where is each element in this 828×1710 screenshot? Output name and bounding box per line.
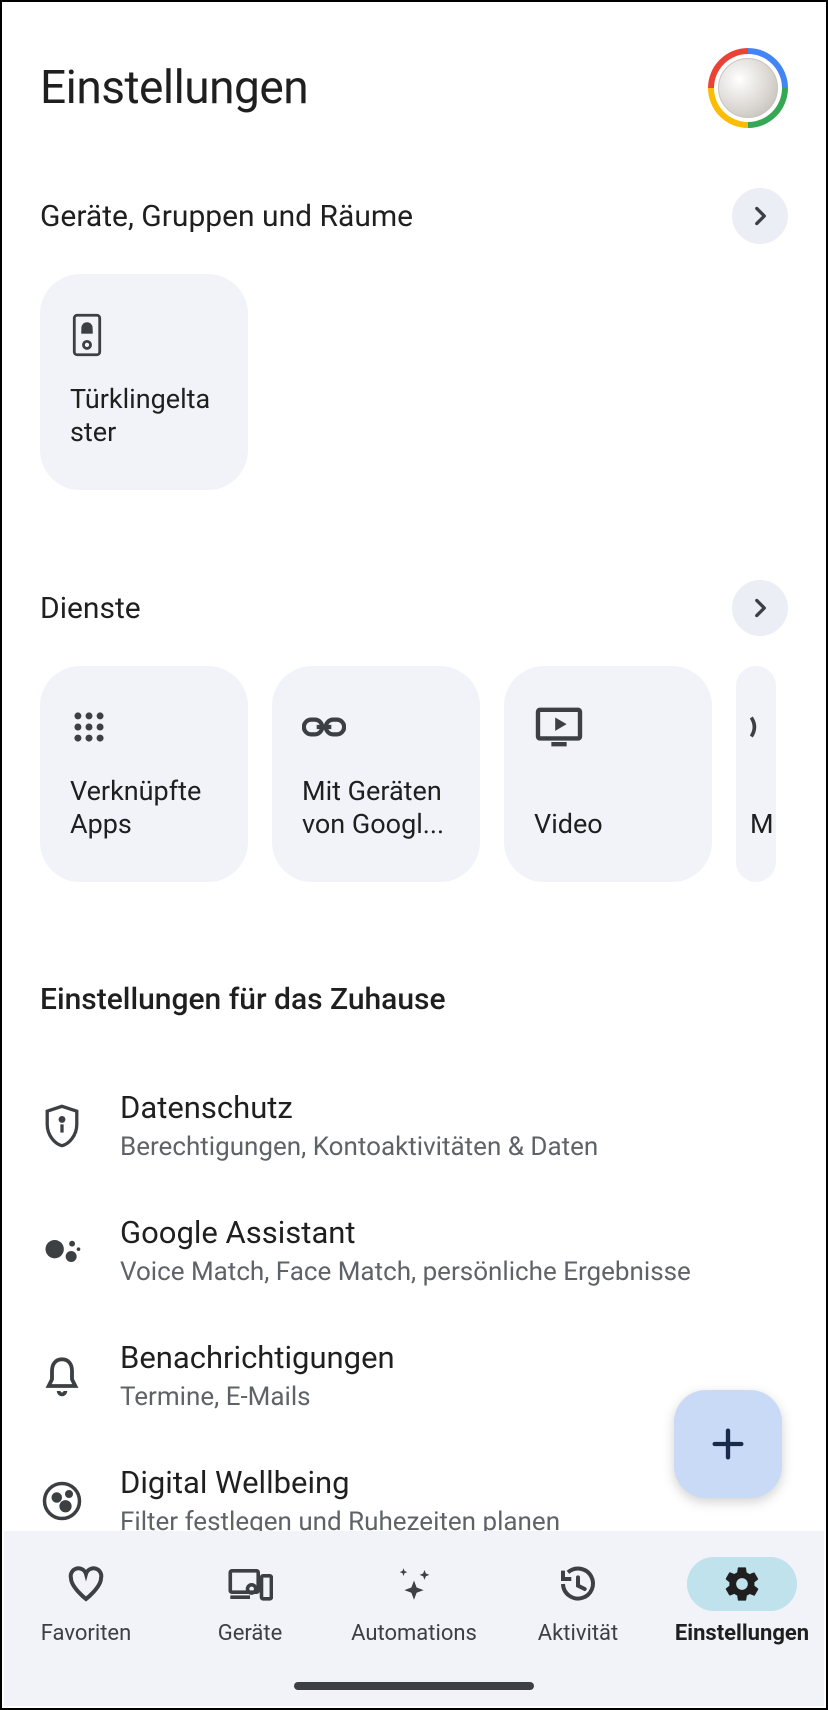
link-icon xyxy=(302,702,450,752)
list-item-title: Benachrichtigungen xyxy=(120,1339,395,1376)
nav-automations[interactable]: Automations xyxy=(334,1557,494,1646)
list-item-subtitle: Berechtigungen, Kontoaktivitäten & Daten xyxy=(120,1132,598,1162)
list-item-title: Google Assistant xyxy=(120,1214,691,1251)
page-title: Einstellungen xyxy=(40,61,308,115)
nav-devices[interactable]: Geräte xyxy=(170,1557,330,1646)
nav-label: Favoriten xyxy=(41,1621,131,1646)
service-card-works-with-google[interactable]: Mit Geräten von Googl... xyxy=(272,666,480,882)
list-item-assistant[interactable]: Google Assistant Voice Match, Face Match… xyxy=(40,1188,788,1313)
service-card-label: Video xyxy=(534,808,682,842)
home-indicator xyxy=(294,1682,534,1690)
service-card-label: Mit Geräten von Googl... xyxy=(302,775,450,843)
bell-icon xyxy=(40,1354,84,1398)
account-avatar[interactable] xyxy=(708,48,788,128)
nav-label: Automations xyxy=(351,1621,477,1646)
nav-settings[interactable]: Einstellungen xyxy=(662,1557,822,1646)
devices-icon xyxy=(227,1564,273,1604)
section-title-devices: Geräte, Gruppen und Räume xyxy=(40,199,413,234)
chevron-right-icon xyxy=(747,595,773,621)
service-card-partial[interactable]: M xyxy=(736,666,776,882)
service-card-label: Verknüpfte Apps xyxy=(70,775,218,843)
nav-activity[interactable]: Aktivität xyxy=(498,1557,658,1646)
service-card-label: M xyxy=(750,808,776,842)
list-item-title: Datenschutz xyxy=(120,1089,598,1126)
section-title-services: Dienste xyxy=(40,591,141,626)
section-title-home-settings: Einstellungen für das Zuhause xyxy=(40,982,788,1017)
chevron-right-icon xyxy=(747,203,773,229)
list-item-title: Digital Wellbeing xyxy=(120,1464,560,1501)
list-item-subtitle: Voice Match, Face Match, persönliche Erg… xyxy=(120,1257,691,1287)
nav-label: Geräte xyxy=(218,1621,283,1646)
shield-info-icon xyxy=(40,1104,84,1148)
devices-more-button[interactable] xyxy=(732,188,788,244)
services-more-button[interactable] xyxy=(732,580,788,636)
doorbell-icon xyxy=(70,310,218,360)
service-card-video[interactable]: Video xyxy=(504,666,712,882)
add-fab[interactable] xyxy=(674,1390,782,1498)
video-tv-icon xyxy=(534,702,682,752)
list-item-subtitle: Filter festlegen und Ruhezeiten planen xyxy=(120,1507,560,1533)
google-assistant-icon xyxy=(40,1229,84,1273)
history-icon xyxy=(558,1564,598,1604)
gear-icon xyxy=(722,1564,762,1604)
wellbeing-icon xyxy=(40,1479,84,1523)
list-item-privacy[interactable]: Datenschutz Berechtigungen, Kontoaktivit… xyxy=(40,1063,788,1188)
plus-icon xyxy=(708,1424,748,1464)
apps-grid-icon xyxy=(70,702,218,752)
bottom-nav: Favoriten Geräte Automations Aktivität E… xyxy=(4,1531,824,1706)
partial-icon xyxy=(750,702,776,752)
nav-label: Aktivität xyxy=(538,1621,618,1646)
list-item-subtitle: Termine, E-Mails xyxy=(120,1382,395,1412)
nav-favorites[interactable]: Favoriten xyxy=(6,1557,166,1646)
sparkle-icon xyxy=(393,1563,435,1605)
device-card-doorbell[interactable]: Türklingelta ster xyxy=(40,274,248,490)
nav-label: Einstellungen xyxy=(675,1621,809,1646)
heart-icon xyxy=(66,1564,106,1604)
service-card-linked-apps[interactable]: Verknüpfte Apps xyxy=(40,666,248,882)
device-card-label: Türklingelta ster xyxy=(70,383,218,451)
